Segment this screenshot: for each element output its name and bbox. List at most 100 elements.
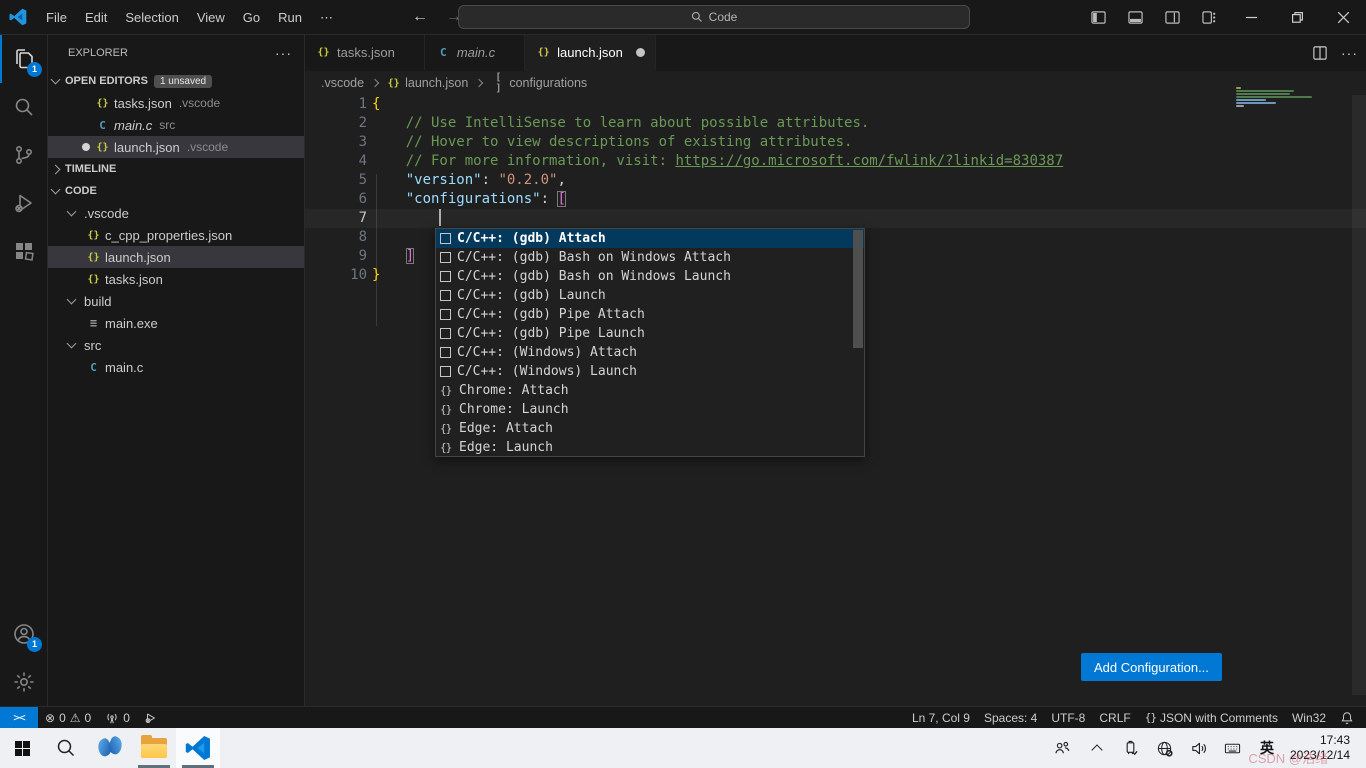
settings-gear-icon[interactable] bbox=[0, 658, 48, 706]
toggle-panel-icon[interactable] bbox=[1128, 10, 1143, 25]
taskbar-file-explorer[interactable] bbox=[132, 728, 176, 768]
debug-status[interactable] bbox=[137, 707, 165, 729]
folder-src[interactable]: src bbox=[48, 334, 304, 356]
suggestion-c-c-gdb-bash-on-windows-launch[interactable]: C/C++: (gdb) Bash on Windows Launch bbox=[436, 267, 864, 286]
tab-launch-json[interactable]: {}launch.json bbox=[525, 35, 656, 71]
speaker-icon[interactable] bbox=[1184, 728, 1214, 768]
status-cursor-position[interactable]: Ln 7, Col 9 bbox=[905, 707, 977, 729]
open-editor-launch-json[interactable]: {}launch.json.vscode bbox=[48, 136, 304, 158]
source-control-view-icon[interactable] bbox=[0, 131, 48, 179]
file-launch-json[interactable]: {}launch.json bbox=[48, 246, 304, 268]
open-editor-main-c[interactable]: Cmain.csrc bbox=[48, 114, 304, 136]
touch-keyboard-icon[interactable] bbox=[1218, 728, 1248, 768]
code-line-7[interactable]: 7 bbox=[305, 209, 1366, 228]
add-configuration-button[interactable]: Add Configuration... bbox=[1081, 653, 1222, 681]
suggestion-c-c-windows-attach[interactable]: C/C++: (Windows) Attach bbox=[436, 343, 864, 362]
code-line-3[interactable]: 3 // Hover to view descriptions of exist… bbox=[305, 133, 1366, 152]
code-line-4[interactable]: 4 // For more information, visit: https:… bbox=[305, 152, 1366, 171]
line-number: 3 bbox=[305, 133, 367, 152]
file-main-c[interactable]: Cmain.c bbox=[48, 356, 304, 378]
notifications-bell[interactable] bbox=[1333, 707, 1366, 729]
network-globe-icon[interactable] bbox=[1150, 728, 1180, 768]
customize-layout-icon[interactable] bbox=[1202, 10, 1217, 25]
remote-indicator[interactable]: >< bbox=[0, 707, 38, 729]
status-language-mode[interactable]: {}JSON with Comments bbox=[1138, 707, 1285, 729]
minimize-button[interactable] bbox=[1228, 0, 1274, 35]
command-center-search[interactable]: Code bbox=[458, 5, 970, 29]
ports-indicator[interactable]: 0 bbox=[98, 707, 137, 729]
breadcrumb-item-configurations[interactable]: [ ]configurations bbox=[490, 72, 587, 94]
usb-icon[interactable] bbox=[1116, 728, 1146, 768]
folder-build[interactable]: build bbox=[48, 290, 304, 312]
split-editor-icon[interactable] bbox=[1313, 46, 1327, 60]
status-indentation[interactable]: Spaces: 4 bbox=[977, 707, 1044, 729]
suggestion-c-c-gdb-launch[interactable]: C/C++: (gdb) Launch bbox=[436, 286, 864, 305]
taskbar-app-butterfly[interactable] bbox=[88, 728, 132, 768]
menu-more[interactable]: ⋯ bbox=[311, 0, 342, 35]
taskbar-search-button[interactable] bbox=[44, 728, 88, 768]
suggestion-c-c-gdb-pipe-launch[interactable]: C/C++: (gdb) Pipe Launch bbox=[436, 324, 864, 343]
close-button[interactable] bbox=[1320, 0, 1366, 35]
file-c-cpp-properties-json[interactable]: {}c_cpp_properties.json bbox=[48, 224, 304, 246]
menu-go[interactable]: Go bbox=[234, 0, 269, 35]
back-icon[interactable]: ← bbox=[412, 8, 428, 26]
suggest-scrollbar[interactable] bbox=[853, 230, 863, 348]
editor-scrollbar[interactable] bbox=[1352, 95, 1366, 695]
code-line-1[interactable]: 1{ bbox=[305, 95, 1366, 114]
window-controls bbox=[1080, 0, 1366, 35]
ime-language-indicator[interactable]: 英 bbox=[1252, 728, 1282, 768]
suggestion-edge-launch[interactable]: {}Edge: Launch bbox=[436, 438, 864, 457]
tab-label: main.c bbox=[457, 45, 495, 60]
search-view-icon[interactable] bbox=[0, 83, 48, 131]
suggestion-c-c-gdb-attach[interactable]: C/C++: (gdb) Attach bbox=[436, 229, 864, 248]
people-icon[interactable] bbox=[1048, 728, 1078, 768]
explorer-more-actions-icon[interactable]: ··· bbox=[275, 45, 292, 61]
suggestion-edge-attach[interactable]: {}Edge: Attach bbox=[436, 419, 864, 438]
accounts-icon[interactable]: 1 bbox=[0, 610, 48, 658]
suggestion-chrome-launch[interactable]: {}Chrome: Launch bbox=[436, 400, 864, 419]
menu-file[interactable]: File bbox=[37, 0, 76, 35]
minimap[interactable] bbox=[1236, 87, 1348, 115]
suggestion-chrome-attach[interactable]: {}Chrome: Attach bbox=[436, 381, 864, 400]
status-eol[interactable]: CRLF bbox=[1092, 707, 1137, 729]
code-folder-header[interactable]: CODE bbox=[48, 180, 304, 202]
extensions-view-icon[interactable] bbox=[0, 227, 48, 275]
suggestion-c-c-gdb-bash-on-windows-attach[interactable]: C/C++: (gdb) Bash on Windows Attach bbox=[436, 248, 864, 267]
menu-run[interactable]: Run bbox=[269, 0, 311, 35]
editor-more-actions-icon[interactable]: ··· bbox=[1341, 45, 1358, 61]
suggestion-c-c-windows-launch[interactable]: C/C++: (Windows) Launch bbox=[436, 362, 864, 381]
tray-expand-chevron[interactable] bbox=[1082, 728, 1112, 768]
taskbar-vscode[interactable] bbox=[176, 728, 220, 768]
menu-selection[interactable]: Selection bbox=[116, 0, 187, 35]
problems-indicator[interactable]: ⊗ 0 ⚠ 0 bbox=[38, 707, 98, 729]
status-platform[interactable]: Win32 bbox=[1285, 707, 1333, 729]
menu-view[interactable]: View bbox=[188, 0, 234, 35]
folder-vscode[interactable]: .vscode bbox=[48, 202, 304, 224]
file-main-exe[interactable]: ≡main.exe bbox=[48, 312, 304, 334]
tab-main-c[interactable]: Cmain.c bbox=[425, 35, 525, 70]
timeline-header[interactable]: TIMELINE bbox=[48, 158, 304, 180]
code-line-5[interactable]: 5 "version": "0.2.0", bbox=[305, 171, 1366, 190]
explorer-view-icon[interactable]: 1 bbox=[0, 35, 48, 83]
restore-button[interactable] bbox=[1274, 0, 1320, 35]
file-path-suffix: src bbox=[159, 118, 175, 132]
taskbar-clock[interactable]: 17:43 2023/12/14 bbox=[1286, 733, 1360, 763]
toggle-sidebar-icon[interactable] bbox=[1091, 10, 1106, 25]
breadcrumb-label: launch.json bbox=[405, 76, 468, 90]
tab-tasks-json[interactable]: {}tasks.json bbox=[305, 35, 425, 70]
open-editor-tasks-json[interactable]: {}tasks.json.vscode bbox=[48, 92, 304, 114]
status-encoding[interactable]: UTF-8 bbox=[1044, 707, 1092, 729]
suggestion-label: C/C++: (gdb) Launch bbox=[457, 288, 606, 303]
suggestion-c-c-gdb-pipe-attach[interactable]: C/C++: (gdb) Pipe Attach bbox=[436, 305, 864, 324]
breadcrumb-item-launch-json[interactable]: {}launch.json bbox=[386, 76, 468, 90]
open-editors-header[interactable]: OPEN EDITORS 1 unsaved bbox=[48, 70, 304, 92]
file-tasks-json[interactable]: {}tasks.json bbox=[48, 268, 304, 290]
start-button[interactable] bbox=[0, 728, 44, 768]
code-line-2[interactable]: 2 // Use IntelliSense to learn about pos… bbox=[305, 114, 1366, 133]
workspace-name-label: CODE bbox=[65, 185, 97, 197]
code-line-6[interactable]: 6 "configurations": [ bbox=[305, 190, 1366, 209]
breadcrumb-item-vscode[interactable]: .vscode bbox=[321, 76, 364, 90]
run-debug-view-icon[interactable] bbox=[0, 179, 48, 227]
menu-edit[interactable]: Edit bbox=[76, 0, 116, 35]
toggle-secondary-sidebar-icon[interactable] bbox=[1165, 10, 1180, 25]
